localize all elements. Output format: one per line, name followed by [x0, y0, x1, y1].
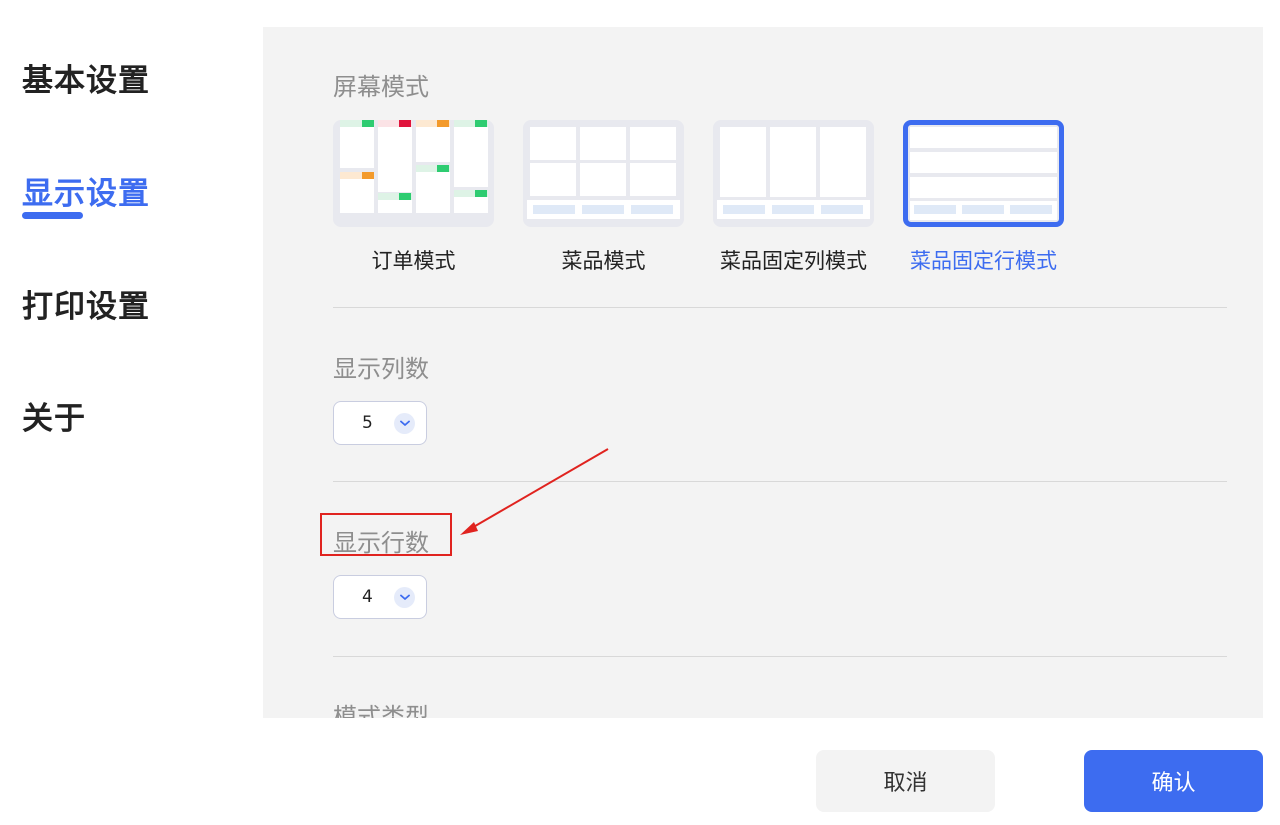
confirm-button[interactable]: 确认 [1084, 750, 1263, 812]
annotation-arrow-icon [460, 448, 609, 535]
cancel-button[interactable]: 取消 [816, 750, 995, 812]
